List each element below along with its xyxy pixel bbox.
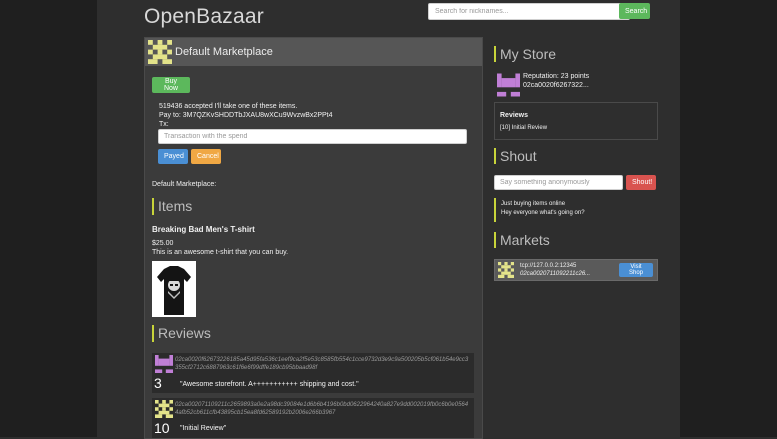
item-tshirt-image[interactable] — [152, 261, 196, 317]
shout-button[interactable]: Shout! — [626, 175, 656, 190]
item-price: $25.00 — [152, 240, 174, 247]
shout-message: Hey everyone what's going on? — [501, 210, 585, 216]
store-avatar-icon — [497, 73, 520, 97]
items-section-title: Items — [152, 198, 192, 215]
marketplace-title: Default Marketplace — [175, 46, 273, 58]
store-reviews-box: Reviews [10] Initial Review — [494, 102, 658, 140]
store-reviews-heading: Reviews — [500, 112, 529, 119]
review-card: 02ca0020f62673226185a45d95fa536c1eef9ca2… — [152, 353, 474, 393]
reviews-section-title: Reviews — [152, 325, 211, 342]
review-score: 10 — [154, 420, 170, 436]
market-address: tcp://127.0.0.2:12345 — [520, 263, 577, 269]
markets-title: Markets — [494, 232, 550, 248]
review-text: "Initial Review" — [180, 425, 227, 432]
reviewer-avatar-icon — [155, 400, 173, 418]
search-input[interactable] — [428, 3, 630, 20]
marketplace-header: Default Marketplace — [145, 38, 482, 66]
review-score: 3 — [154, 375, 162, 391]
search-button[interactable]: Search — [619, 3, 650, 19]
shout-message: Just buying items online — [501, 201, 566, 207]
market-avatar-icon — [498, 262, 514, 278]
item-description: This is an awesome t-shirt that you can … — [152, 249, 289, 256]
pay-to-address: Pay to: 3M7QZKvSHDDTbJXAU8wXCu9WvzwBx2PP… — [159, 112, 333, 119]
left-gutter — [0, 0, 97, 437]
item-name[interactable]: Breaking Bad Men's T-shirt — [152, 225, 255, 234]
my-store-title: My Store — [494, 46, 556, 62]
review-text: "Awesome storefront. A+++++++++++ shippi… — [180, 381, 359, 388]
brand-logo[interactable]: OpenBazaar — [144, 5, 264, 29]
default-marketplace-label: Default Marketplace: — [152, 181, 217, 188]
reviewer-guid: 02ca002071109211c2659893a0e2a98dc39084e1… — [175, 402, 469, 416]
store-guid: 02ca0020f6267322... — [523, 82, 589, 89]
visit-shop-button[interactable]: Visit Shop — [619, 263, 653, 277]
transaction-input[interactable] — [158, 129, 467, 144]
market-list-item: tcp://127.0.0.2:12345 02ca0020711092211c… — [494, 259, 658, 281]
buy-now-button[interactable]: Buy Now — [152, 77, 190, 93]
shout-feed: Just buying items online Hey everyone wh… — [494, 198, 658, 222]
payed-button[interactable]: Payed — [158, 149, 188, 164]
shout-input[interactable] — [494, 175, 623, 190]
tx-label: Tx: — [159, 121, 169, 128]
accept-message: 519436 accepted I'll take one of these i… — [159, 103, 298, 110]
reviewer-guid: 02ca0020f62673226185a45d95fa536c1eef9ca2… — [175, 357, 469, 371]
marketplace-avatar-icon — [148, 40, 172, 64]
shout-title: Shout — [494, 148, 537, 164]
reviewer-avatar-icon — [155, 355, 173, 373]
right-gutter — [680, 0, 777, 437]
review-card: 02ca002071109211c2659893a0e2a98dc39084e1… — [152, 398, 474, 438]
main-panel: Default Marketplace Buy Now 519436 accep… — [144, 37, 483, 439]
market-guid: 02ca0020711092211c26... — [520, 271, 591, 277]
store-reputation: Reputation: 23 points — [523, 73, 590, 80]
cancel-button[interactable]: Cancel — [191, 149, 221, 164]
store-review-item: [10] Initial Review — [500, 125, 548, 131]
